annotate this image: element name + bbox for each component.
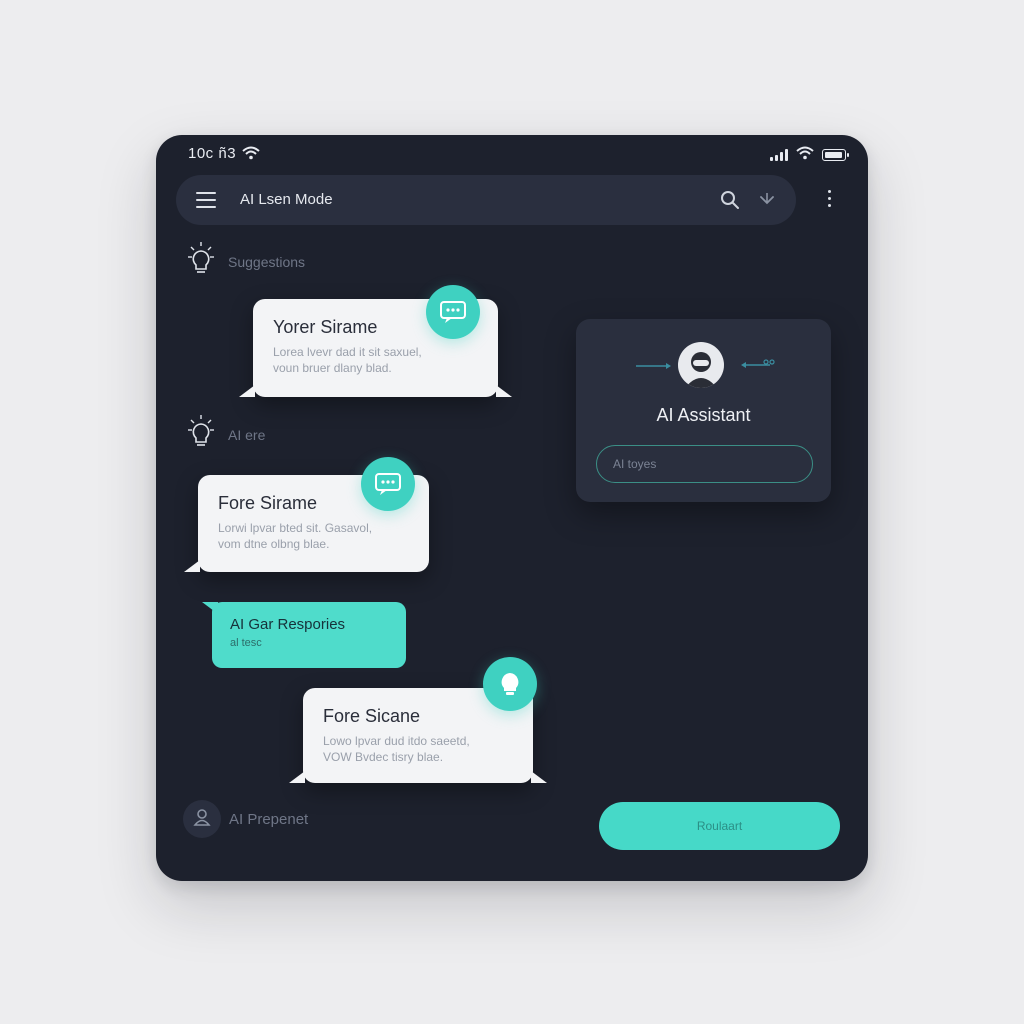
wifi-icon xyxy=(242,146,260,164)
bubble-text: VOW Bvdec tisry blae. xyxy=(323,750,444,764)
status-time: 10c ñ3 xyxy=(188,145,237,162)
lightbulb-icon xyxy=(184,241,218,282)
lightbulb-icon xyxy=(184,414,218,455)
more-options-icon[interactable] xyxy=(828,190,832,211)
chat-bubble-icon xyxy=(426,285,480,339)
ai-response-bubble[interactable]: AI Gar Respories al tesc xyxy=(202,602,406,668)
suggestions-header: Suggestions xyxy=(184,241,305,282)
status-bar: 10c ñ3 xyxy=(156,135,868,175)
prompt-label: AI Prepenet xyxy=(229,811,309,828)
bubble-title: Fore Sicane xyxy=(323,706,421,726)
right-arrow-line xyxy=(741,359,775,368)
ai-response-subtext: al tesc xyxy=(230,637,262,649)
avatar xyxy=(678,342,724,388)
battery-icon xyxy=(822,149,849,161)
app-window: 10c ñ3 AI Lsen Mode Suggestions Yorer Si… xyxy=(156,135,868,881)
chat-bubble-icon xyxy=(361,457,415,511)
left-arrow-line xyxy=(636,363,671,369)
ai-response-title: AI Gar Respories xyxy=(230,616,346,633)
status-icons xyxy=(770,146,849,164)
bubble-text: vom dtne olbng blae. xyxy=(218,537,330,551)
assistant-title: AI Assistant xyxy=(656,405,751,425)
assistant-input[interactable]: AI toyes xyxy=(596,445,813,483)
top-bar: AI Lsen Mode xyxy=(176,175,796,225)
primary-action-button[interactable]: Roulaart xyxy=(599,802,840,850)
bubble-text: Lorwi lpvar bted sit. Gasavol, xyxy=(218,521,373,535)
page-title: AI Lsen Mode xyxy=(240,191,333,208)
person-icon xyxy=(192,807,212,832)
alerts-label: AI ere xyxy=(228,426,266,443)
signal-icon xyxy=(770,149,788,161)
bubble-text: voun bruer dlany blad. xyxy=(273,361,392,375)
chevron-down-icon[interactable] xyxy=(758,190,776,213)
bubble-text: Lowo lpvar dud itdo saeetd, xyxy=(323,734,470,748)
search-icon[interactable] xyxy=(720,190,740,215)
wifi-icon xyxy=(796,146,814,164)
person-button[interactable] xyxy=(183,800,221,838)
bubble-text: Lorea lvevr dad it sit saxuel, xyxy=(273,345,422,359)
menu-icon[interactable] xyxy=(196,192,216,208)
lightbulb-badge-icon xyxy=(483,657,537,711)
assistant-card: AI Assistant AI toyes xyxy=(576,319,831,502)
alerts-header: AI ere xyxy=(184,414,265,455)
suggestions-label: Suggestions xyxy=(228,253,306,270)
